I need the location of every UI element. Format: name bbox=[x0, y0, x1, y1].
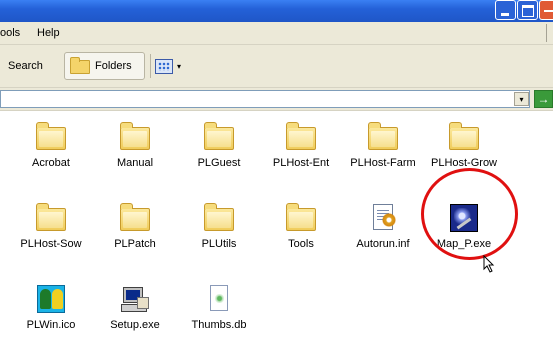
search-button[interactable]: Search bbox=[0, 52, 43, 80]
folders-button-label: Folders bbox=[95, 60, 132, 72]
file-item-label: PLHost-Ent bbox=[272, 157, 330, 169]
file-item-setup[interactable]: Setup.exe bbox=[99, 283, 171, 331]
file-item-plwin[interactable]: PLWin.ico bbox=[15, 283, 87, 331]
file-item-label: PLHost-Sow bbox=[20, 238, 82, 250]
file-item-plutils[interactable]: PLUtils bbox=[183, 202, 255, 250]
folder-icon bbox=[203, 202, 235, 234]
search-button-label: Search bbox=[8, 60, 43, 72]
file-item-plhost-grow[interactable]: PLHost-Grow bbox=[428, 121, 500, 169]
file-item-label: PLUtils bbox=[201, 238, 237, 250]
file-item-label: PLHost-Grow bbox=[430, 157, 498, 169]
views-button[interactable]: ▾ bbox=[155, 52, 195, 80]
views-icon bbox=[155, 58, 173, 74]
minimize-button[interactable] bbox=[495, 0, 516, 20]
file-item-label: Setup.exe bbox=[110, 319, 160, 331]
file-item-thumbs[interactable]: Thumbs.db bbox=[183, 283, 255, 331]
ico-file-icon bbox=[35, 283, 67, 315]
toolbar-separator bbox=[150, 54, 151, 78]
close-button[interactable] bbox=[539, 0, 553, 20]
db-file-icon bbox=[203, 283, 235, 315]
address-field[interactable]: ▾ bbox=[0, 90, 530, 108]
file-item-label: Autorun.inf bbox=[356, 238, 410, 250]
folder-icon bbox=[285, 121, 317, 153]
file-item-label: PLPatch bbox=[114, 238, 156, 250]
menu-bar-grip bbox=[546, 24, 553, 42]
folder-icon bbox=[35, 121, 67, 153]
file-item-acrobat[interactable]: Acrobat bbox=[15, 121, 87, 169]
maximize-button[interactable] bbox=[517, 0, 538, 20]
file-item-label: PLWin.ico bbox=[26, 319, 76, 331]
folder-icon bbox=[203, 121, 235, 153]
folder-icon bbox=[367, 121, 399, 153]
inf-file-icon bbox=[367, 202, 399, 234]
file-item-plhost-sow[interactable]: PLHost-Sow bbox=[15, 202, 87, 250]
folder-icon bbox=[448, 121, 480, 153]
file-item-label: Thumbs.db bbox=[191, 319, 247, 331]
folder-icon bbox=[285, 202, 317, 234]
go-arrow-icon: → bbox=[537, 92, 550, 106]
highlight-circle bbox=[421, 168, 518, 260]
file-item-plguest[interactable]: PLGuest bbox=[183, 121, 255, 169]
folder-icon bbox=[119, 121, 151, 153]
chevron-down-icon: ▾ bbox=[519, 94, 524, 104]
file-item-label: PLHost-Farm bbox=[350, 157, 416, 169]
folder-icon bbox=[119, 202, 151, 234]
file-item-plhost-farm[interactable]: PLHost-Farm bbox=[347, 121, 419, 169]
file-item-label: Tools bbox=[288, 238, 314, 250]
address-bar: ▾ → bbox=[0, 88, 553, 111]
address-dropdown-button[interactable]: ▾ bbox=[514, 92, 529, 106]
file-item-label: Acrobat bbox=[32, 157, 70, 169]
go-button[interactable]: → bbox=[534, 90, 553, 108]
setup-icon bbox=[119, 283, 151, 315]
file-item-label: PLGuest bbox=[197, 157, 241, 169]
chevron-down-icon: ▾ bbox=[177, 61, 182, 71]
toolbar: Search Folders ▾ bbox=[0, 45, 553, 88]
folder-icon bbox=[35, 202, 67, 234]
folders-button[interactable]: Folders bbox=[64, 52, 145, 80]
menu-bar: ools Help bbox=[0, 22, 553, 45]
file-item-autorun[interactable]: Autorun.inf bbox=[347, 202, 419, 250]
title-bar bbox=[0, 0, 553, 22]
file-item-plhost-ent[interactable]: PLHost-Ent bbox=[265, 121, 337, 169]
menu-help[interactable]: Help bbox=[37, 27, 60, 39]
file-item-manual[interactable]: Manual bbox=[99, 121, 171, 169]
mouse-cursor-icon bbox=[483, 255, 495, 273]
folders-icon bbox=[69, 57, 91, 75]
file-item-label: Manual bbox=[116, 157, 154, 169]
file-item-tools[interactable]: Tools bbox=[265, 202, 337, 250]
menu-tools[interactable]: ools bbox=[0, 27, 20, 39]
file-item-plpatch[interactable]: PLPatch bbox=[99, 202, 171, 250]
file-list: Acrobat Manual PLGuest PLHost-Ent PLHost… bbox=[0, 111, 553, 354]
